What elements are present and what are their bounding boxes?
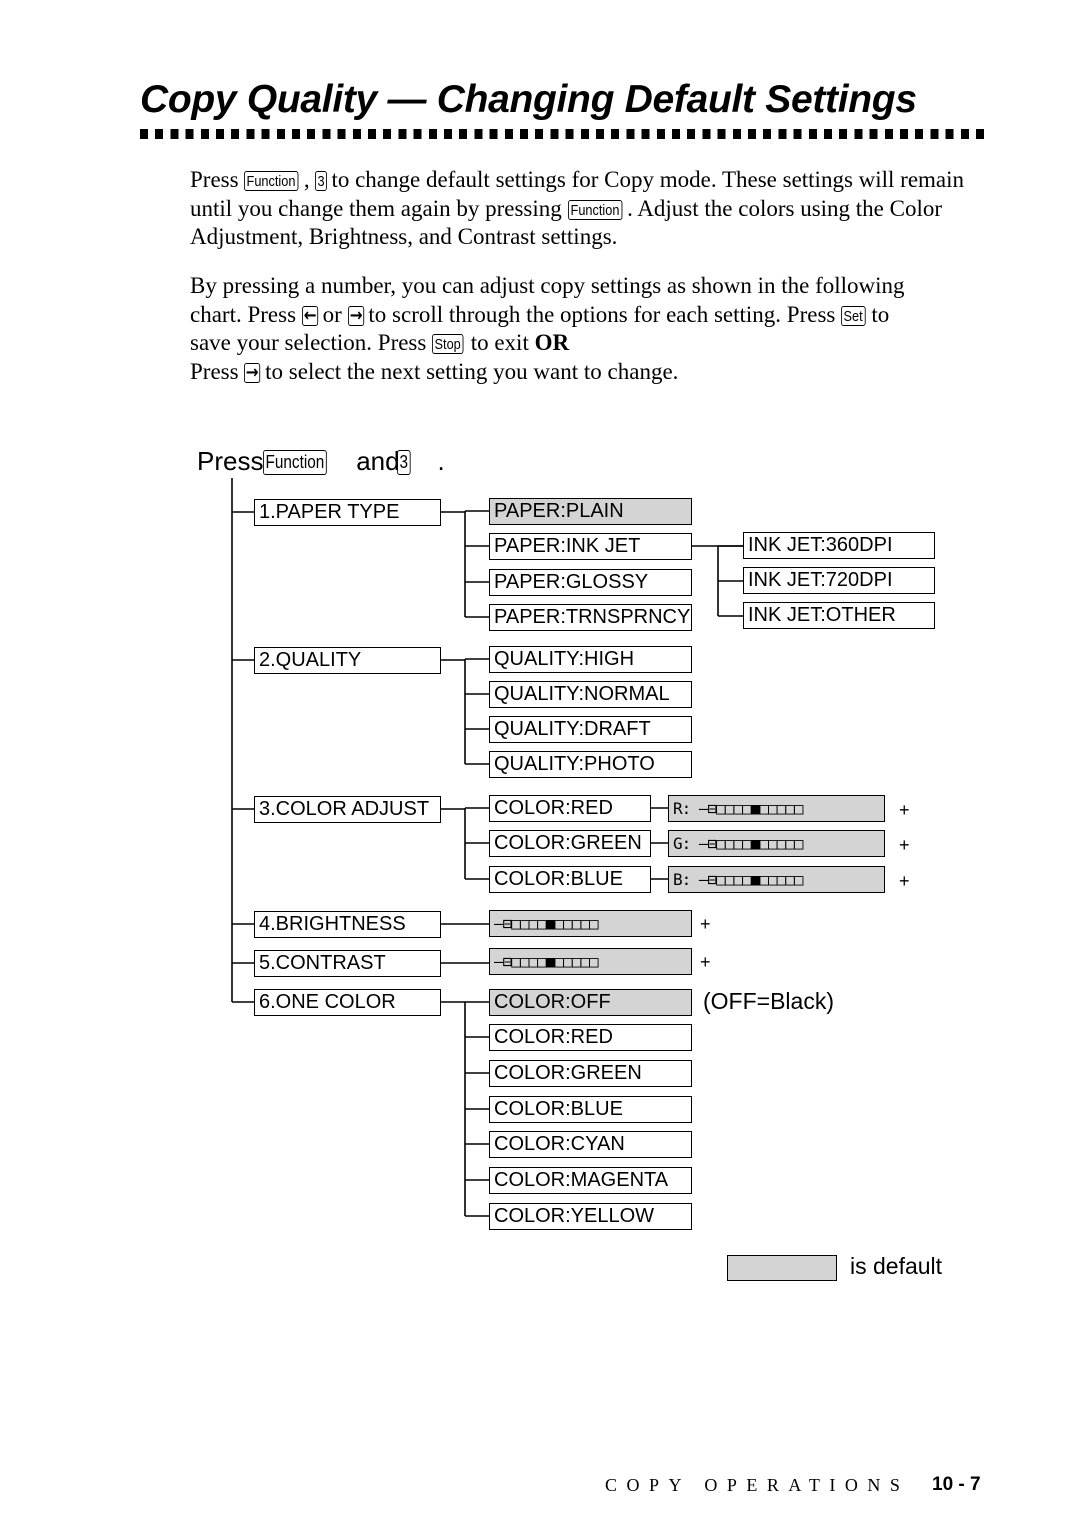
category-5: 5.CONTRAST bbox=[254, 950, 441, 977]
contrast-slider: –⊟□□□□■□□□□□ bbox=[489, 948, 692, 975]
option-item: QUALITY:HIGH bbox=[489, 646, 692, 673]
page-number: 10 - 7 bbox=[932, 1474, 981, 1495]
ink-jet-option: INK JET:360DPI bbox=[743, 532, 935, 559]
option-item: PAPER:GLOSSY bbox=[489, 569, 692, 596]
option-item: COLOR:MAGENTA bbox=[489, 1167, 692, 1194]
option-item: COLOR:RED bbox=[489, 1024, 692, 1051]
category-1: 1.PAPER TYPE bbox=[254, 499, 441, 526]
option-item: COLOR:GREEN bbox=[489, 830, 651, 857]
option-item: PAPER:TRNSPRNCY bbox=[489, 604, 692, 631]
footer-section: COPY OPERATIONS bbox=[605, 1475, 910, 1495]
option-item: QUALITY:DRAFT bbox=[489, 716, 692, 743]
option-item: COLOR:GREEN bbox=[489, 1060, 692, 1087]
option-item: QUALITY:NORMAL bbox=[489, 681, 692, 708]
plus-label: + bbox=[700, 914, 711, 934]
option-item: PAPER:INK JET bbox=[489, 533, 692, 560]
default-legend-label: is default bbox=[850, 1253, 943, 1279]
default-legend-swatch bbox=[727, 1255, 837, 1281]
option-item: PAPER:PLAIN bbox=[489, 498, 692, 525]
option-item: COLOR:CYAN bbox=[489, 1131, 692, 1158]
color-b-slider: B: –⊟□□□□■□□□□□ bbox=[668, 866, 885, 893]
off-black-note: (OFF=Black) bbox=[703, 988, 834, 1014]
option-item: COLOR:RED bbox=[489, 795, 651, 822]
ink-jet-option: INK JET:720DPI bbox=[743, 567, 935, 594]
color-r-slider: R: –⊟□□□□■□□□□□ bbox=[668, 795, 885, 822]
option-item: COLOR:YELLOW bbox=[489, 1203, 692, 1230]
category-4: 4.BRIGHTNESS bbox=[254, 911, 441, 938]
color-g-slider: G: –⊟□□□□■□□□□□ bbox=[668, 830, 885, 857]
plus-label: + bbox=[700, 952, 711, 972]
category-6: 6.ONE COLOR bbox=[254, 989, 441, 1016]
category-2: 2.QUALITY bbox=[254, 647, 441, 674]
plus-label: + bbox=[899, 800, 910, 820]
option-item: COLOR:BLUE bbox=[489, 1096, 692, 1123]
option-item: QUALITY:PHOTO bbox=[489, 751, 692, 778]
option-item: COLOR:BLUE bbox=[489, 866, 651, 893]
brightness-slider: –⊟□□□□■□□□□□ bbox=[489, 910, 692, 937]
category-3: 3.COLOR ADJUST bbox=[254, 796, 441, 823]
plus-label: + bbox=[899, 871, 910, 891]
ink-jet-option: INK JET:OTHER bbox=[743, 602, 935, 629]
option-item: COLOR:OFF bbox=[489, 989, 692, 1016]
plus-label: + bbox=[899, 835, 910, 855]
manual-page: Copy Quality — Changing Default Settings… bbox=[0, 0, 1080, 1529]
